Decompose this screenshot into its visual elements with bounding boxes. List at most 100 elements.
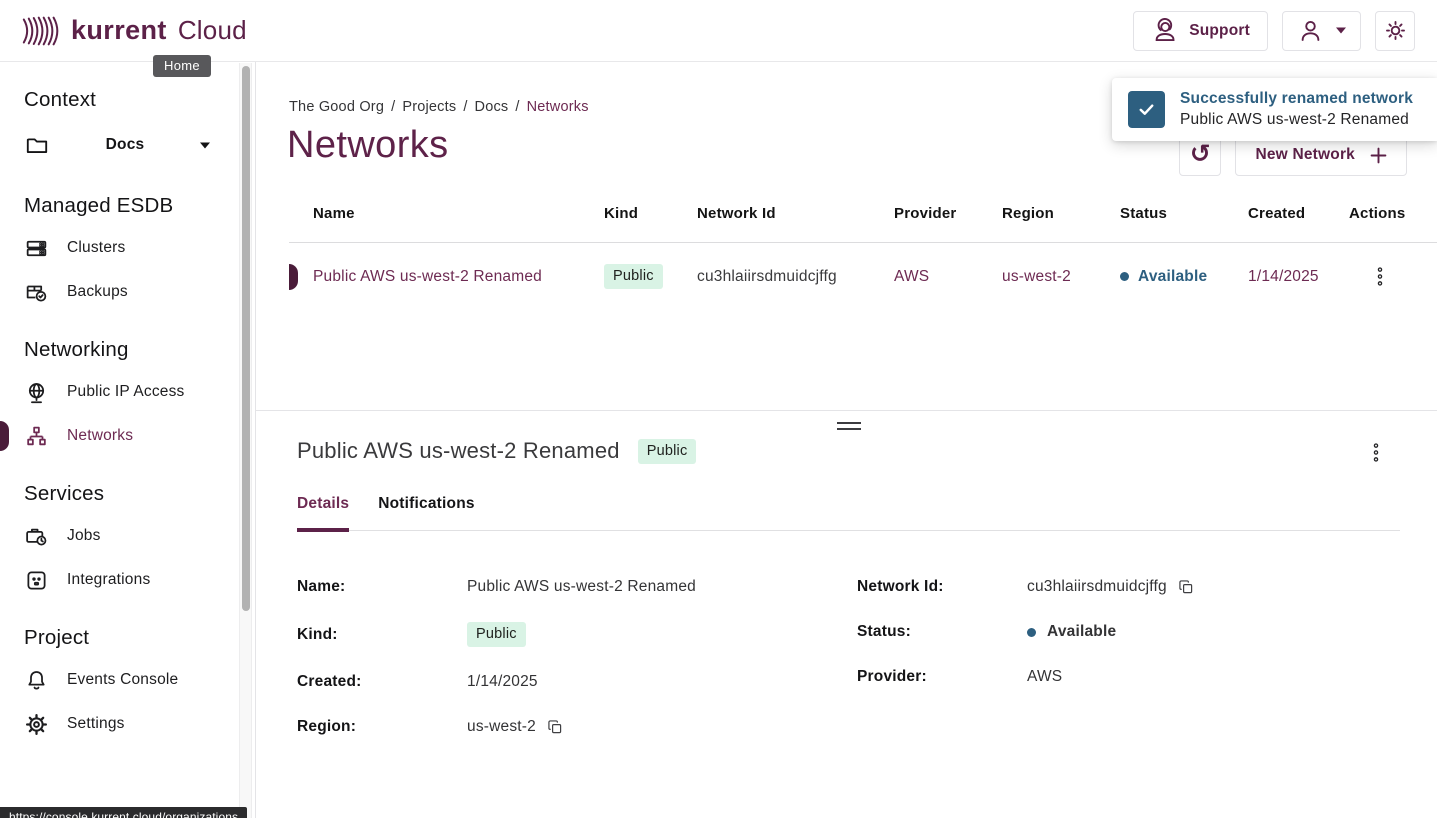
plus-icon xyxy=(1370,147,1387,164)
field-label: Provider: xyxy=(857,668,1027,686)
detail-panel: Public AWS us-west-2 Renamed Public Deta… xyxy=(256,410,1437,818)
context-selected-value: Docs xyxy=(50,136,200,154)
selected-row-indicator xyxy=(289,264,298,290)
page-title: Networks xyxy=(287,124,449,167)
outlet-icon xyxy=(24,568,49,593)
user-menu-button[interactable] xyxy=(1282,11,1361,51)
network-icon xyxy=(24,424,49,449)
cell-provider: AWS xyxy=(894,268,1002,286)
field-provider: Provider: AWS xyxy=(857,667,1437,687)
field-label: Created: xyxy=(297,673,467,691)
col-header-actions: Actions xyxy=(1349,205,1437,222)
breadcrumb-current: Networks xyxy=(527,99,589,115)
detail-fields: Name: Public AWS us-west-2 Renamed Kind:… xyxy=(297,577,1437,762)
field-status: Status: Available xyxy=(857,622,1437,642)
sidebar-item-label: Public IP Access xyxy=(67,383,185,401)
field-created: Created: 1/14/2025 xyxy=(297,672,857,692)
theme-toggle-button[interactable] xyxy=(1375,11,1415,51)
cell-status: Available xyxy=(1120,268,1248,286)
sidebar-item-label: Networks xyxy=(67,427,133,445)
chevron-down-icon xyxy=(1336,27,1346,34)
briefcase-icon xyxy=(24,524,49,549)
field-value: cu3hlaiirsdmuidcjffg xyxy=(1027,578,1167,596)
cell-region: us-west-2 xyxy=(1002,268,1120,286)
col-header-created: Created xyxy=(1248,205,1349,222)
bell-icon xyxy=(24,668,49,693)
chevron-down-icon xyxy=(200,142,210,149)
active-item-indicator xyxy=(0,421,9,451)
sidebar-item-settings[interactable]: Settings xyxy=(24,702,229,746)
field-value: Public AWS us-west-2 Renamed xyxy=(467,578,696,596)
toast-title: Successfully renamed network xyxy=(1180,90,1413,108)
sidebar-item-integrations[interactable]: Integrations xyxy=(24,558,229,602)
sidebar-item-label: Integrations xyxy=(67,571,150,589)
context-selector[interactable]: Docs xyxy=(24,120,210,170)
row-actions-kebab-icon[interactable] xyxy=(1377,267,1383,286)
breadcrumb-docs[interactable]: Docs xyxy=(475,99,509,115)
detail-header: Public AWS us-west-2 Renamed Public xyxy=(297,438,696,464)
sidebar-section-managed-esdb: Managed ESDB xyxy=(24,194,229,218)
cell-name[interactable]: Public AWS us-west-2 Renamed xyxy=(289,268,604,286)
sidebar-item-public-ip-access[interactable]: Public IP Access xyxy=(24,370,229,414)
field-label: Kind: xyxy=(297,626,467,644)
breadcrumb-org[interactable]: The Good Org xyxy=(289,99,384,115)
detail-title: Public AWS us-west-2 Renamed xyxy=(297,438,620,464)
field-name: Name: Public AWS us-west-2 Renamed xyxy=(297,577,857,597)
backups-icon xyxy=(24,280,49,305)
sidebar-item-backups[interactable]: Backups xyxy=(24,270,229,314)
new-network-label: New Network xyxy=(1255,146,1355,164)
copy-icon xyxy=(1178,579,1194,595)
success-toast[interactable]: Successfully renamed network Public AWS … xyxy=(1112,78,1437,141)
check-icon xyxy=(1137,100,1156,119)
breadcrumb-projects[interactable]: Projects xyxy=(402,99,456,115)
field-value: AWS xyxy=(1027,668,1062,686)
status-dot-icon xyxy=(1120,272,1129,281)
breadcrumb-separator: / xyxy=(391,99,395,115)
detail-actions-kebab-icon[interactable] xyxy=(1373,443,1379,462)
detail-tabs: Details Notifications xyxy=(297,495,1400,531)
field-label: Region: xyxy=(297,718,467,736)
col-header-status: Status xyxy=(1120,205,1248,222)
link-preview-statusbar: https://console.kurrent.cloud/organizati… xyxy=(0,807,247,818)
tab-details[interactable]: Details xyxy=(297,495,349,532)
clusters-icon xyxy=(24,236,49,261)
sidebar-item-events-console[interactable]: Events Console xyxy=(24,658,229,702)
copy-region-button[interactable] xyxy=(547,719,563,735)
table-row[interactable]: Public AWS us-west-2 Renamed Public cu3h… xyxy=(289,243,1437,310)
field-value: us-west-2 xyxy=(467,718,536,736)
scrollbar-thumb[interactable] xyxy=(242,66,250,611)
copy-icon xyxy=(547,719,563,735)
field-label: Status: xyxy=(857,623,1027,641)
sidebar-item-label: Settings xyxy=(67,715,125,733)
sidebar-item-label: Jobs xyxy=(67,527,101,545)
panel-drag-handle[interactable] xyxy=(837,422,861,434)
sidebar-scrollbar[interactable] xyxy=(239,63,252,818)
user-icon xyxy=(1297,17,1324,44)
app-header: kurrent Cloud Support xyxy=(0,0,1437,62)
cell-created: 1/14/2025 xyxy=(1248,268,1349,286)
brand-suffix: Cloud xyxy=(178,15,247,46)
sidebar-item-label: Clusters xyxy=(67,239,125,257)
col-header-region: Region xyxy=(1002,205,1120,222)
copy-network-id-button[interactable] xyxy=(1178,579,1194,595)
brand-name: kurrent xyxy=(71,15,167,46)
table-header-row: Name Kind Network Id Provider Region Sta… xyxy=(289,205,1437,243)
toast-body: Successfully renamed network Public AWS … xyxy=(1180,90,1413,129)
col-header-name: Name xyxy=(289,205,604,222)
support-button[interactable]: Support xyxy=(1133,11,1268,51)
tab-notifications[interactable]: Notifications xyxy=(378,495,474,530)
kurrent-logo[interactable]: kurrent Cloud xyxy=(20,13,247,49)
logo-arcs-icon xyxy=(20,13,62,49)
sidebar-item-networks[interactable]: Networks xyxy=(24,414,229,458)
gear-icon xyxy=(24,712,49,737)
networks-table: Name Kind Network Id Provider Region Sta… xyxy=(289,205,1437,310)
sidebar-item-clusters[interactable]: Clusters xyxy=(24,226,229,270)
sidebar-section-services: Services xyxy=(24,482,229,506)
col-header-provider: Provider xyxy=(894,205,1002,222)
field-value: 1/14/2025 xyxy=(467,673,538,691)
sidebar-item-jobs[interactable]: Jobs xyxy=(24,514,229,558)
support-headset-icon xyxy=(1151,17,1178,44)
sidebar-section-project: Project xyxy=(24,626,229,650)
main-content: The Good Org/Projects/Docs/Networks Netw… xyxy=(256,62,1437,818)
breadcrumb-separator: / xyxy=(463,99,467,115)
